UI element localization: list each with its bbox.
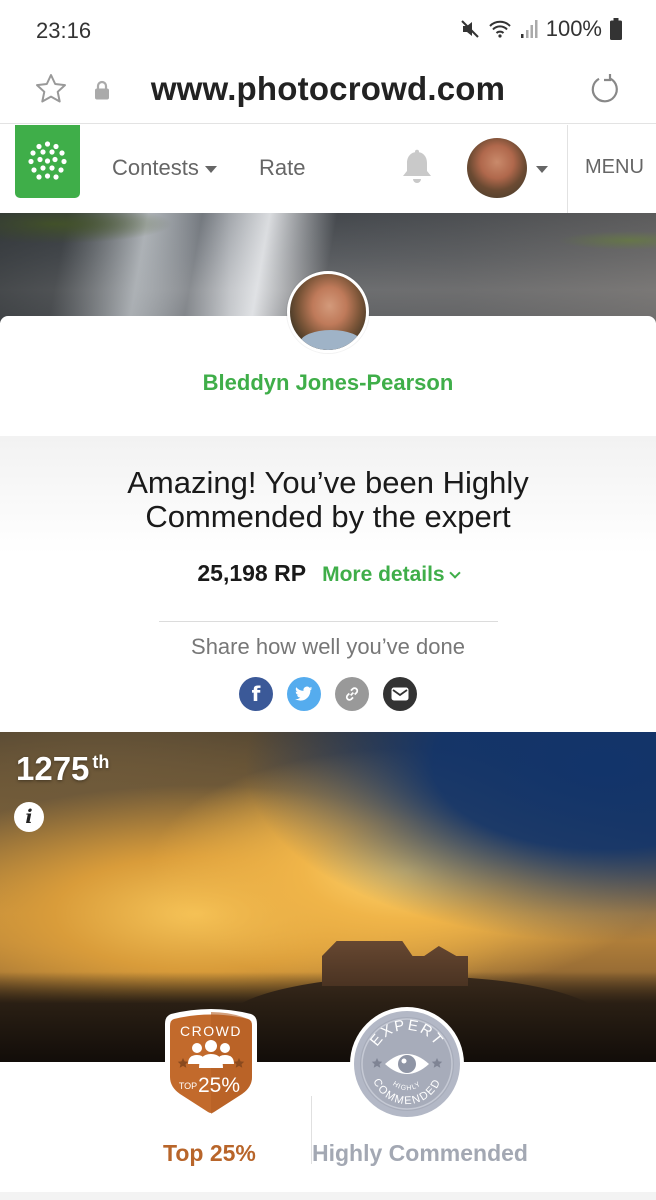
share-buttons: f	[0, 677, 656, 711]
battery-percent: 100%	[545, 16, 602, 41]
reload-icon[interactable]	[588, 72, 622, 106]
crowd-badge-icon[interactable]: CROWD TOP 25%	[161, 1006, 261, 1124]
crowd-award-label: Top 25%	[163, 1140, 256, 1166]
expert-award-label: Highly Commended	[312, 1140, 528, 1166]
share-divider	[159, 621, 498, 622]
result-heading-line1: Amazing! You’ve been Highly	[127, 465, 529, 500]
share-email-button[interactable]	[383, 677, 417, 711]
share-link-button[interactable]	[335, 677, 369, 711]
nav-divider	[567, 125, 568, 213]
status-bar: 23:16 100%	[0, 0, 656, 62]
envelope-icon	[391, 687, 409, 701]
result-heading-line2: Commended by the expert	[145, 499, 511, 534]
rank-number: 1275	[16, 750, 90, 787]
site-nav: Contests Rate MENU	[0, 125, 656, 213]
crowd-badge-value: 25%	[198, 1074, 240, 1097]
crowd-badge-title: CROWD	[180, 1023, 242, 1039]
mute-icon	[461, 20, 479, 38]
nav-rate[interactable]: Rate	[259, 155, 305, 181]
contest-photo[interactable]: 1275th i	[0, 732, 656, 1062]
awards-section	[0, 1062, 656, 1192]
result-heading: Amazing! You’ve been Highly Commended by…	[0, 466, 656, 534]
photo-house	[322, 941, 468, 986]
bottom-strip	[0, 1192, 656, 1200]
chevron-down-icon	[448, 566, 461, 579]
bell-icon[interactable]	[400, 149, 434, 187]
browser-url-bar: www.photocrowd.com	[0, 62, 656, 124]
share-label: Share how well you’ve done	[191, 634, 465, 659]
status-icons: 100%	[460, 16, 622, 42]
profile-avatar[interactable]	[287, 271, 369, 353]
nav-contests[interactable]: Contests	[112, 155, 217, 181]
more-details-link[interactable]: More details	[322, 563, 461, 587]
crowd-badge-top: TOP	[179, 1081, 197, 1091]
chevron-down-icon	[204, 166, 217, 173]
profile-name[interactable]: Bleddyn Jones-Pearson	[0, 370, 656, 396]
rank-label: 1275th	[16, 750, 109, 788]
signal-icon	[520, 20, 538, 38]
twitter-icon	[295, 686, 313, 701]
url-text[interactable]: www.photocrowd.com	[0, 70, 656, 108]
chevron-down-icon[interactable]	[536, 166, 548, 173]
nav-contests-label: Contests	[112, 155, 199, 180]
more-details-label: More details	[322, 563, 445, 586]
status-time: 23:16	[36, 18, 92, 43]
expert-badge-icon[interactable]: EXPERT HIGHLY COMMENDED	[349, 1006, 465, 1122]
info-icon[interactable]: i	[14, 802, 44, 832]
rp-row: 25,198 RP More details	[0, 560, 656, 587]
wifi-icon	[489, 20, 511, 38]
share-twitter-button[interactable]	[287, 677, 321, 711]
rp-value: 25,198 RP	[197, 560, 307, 586]
facebook-icon: f	[251, 682, 261, 706]
battery-icon	[610, 18, 622, 40]
photocrowd-logo[interactable]	[15, 125, 80, 198]
user-avatar[interactable]	[467, 138, 527, 198]
link-icon	[345, 687, 359, 701]
menu-button[interactable]: MENU	[585, 156, 644, 179]
rank-suffix: th	[92, 752, 110, 772]
logo-dots-icon	[28, 141, 67, 180]
share-facebook-button[interactable]: f	[239, 677, 273, 711]
